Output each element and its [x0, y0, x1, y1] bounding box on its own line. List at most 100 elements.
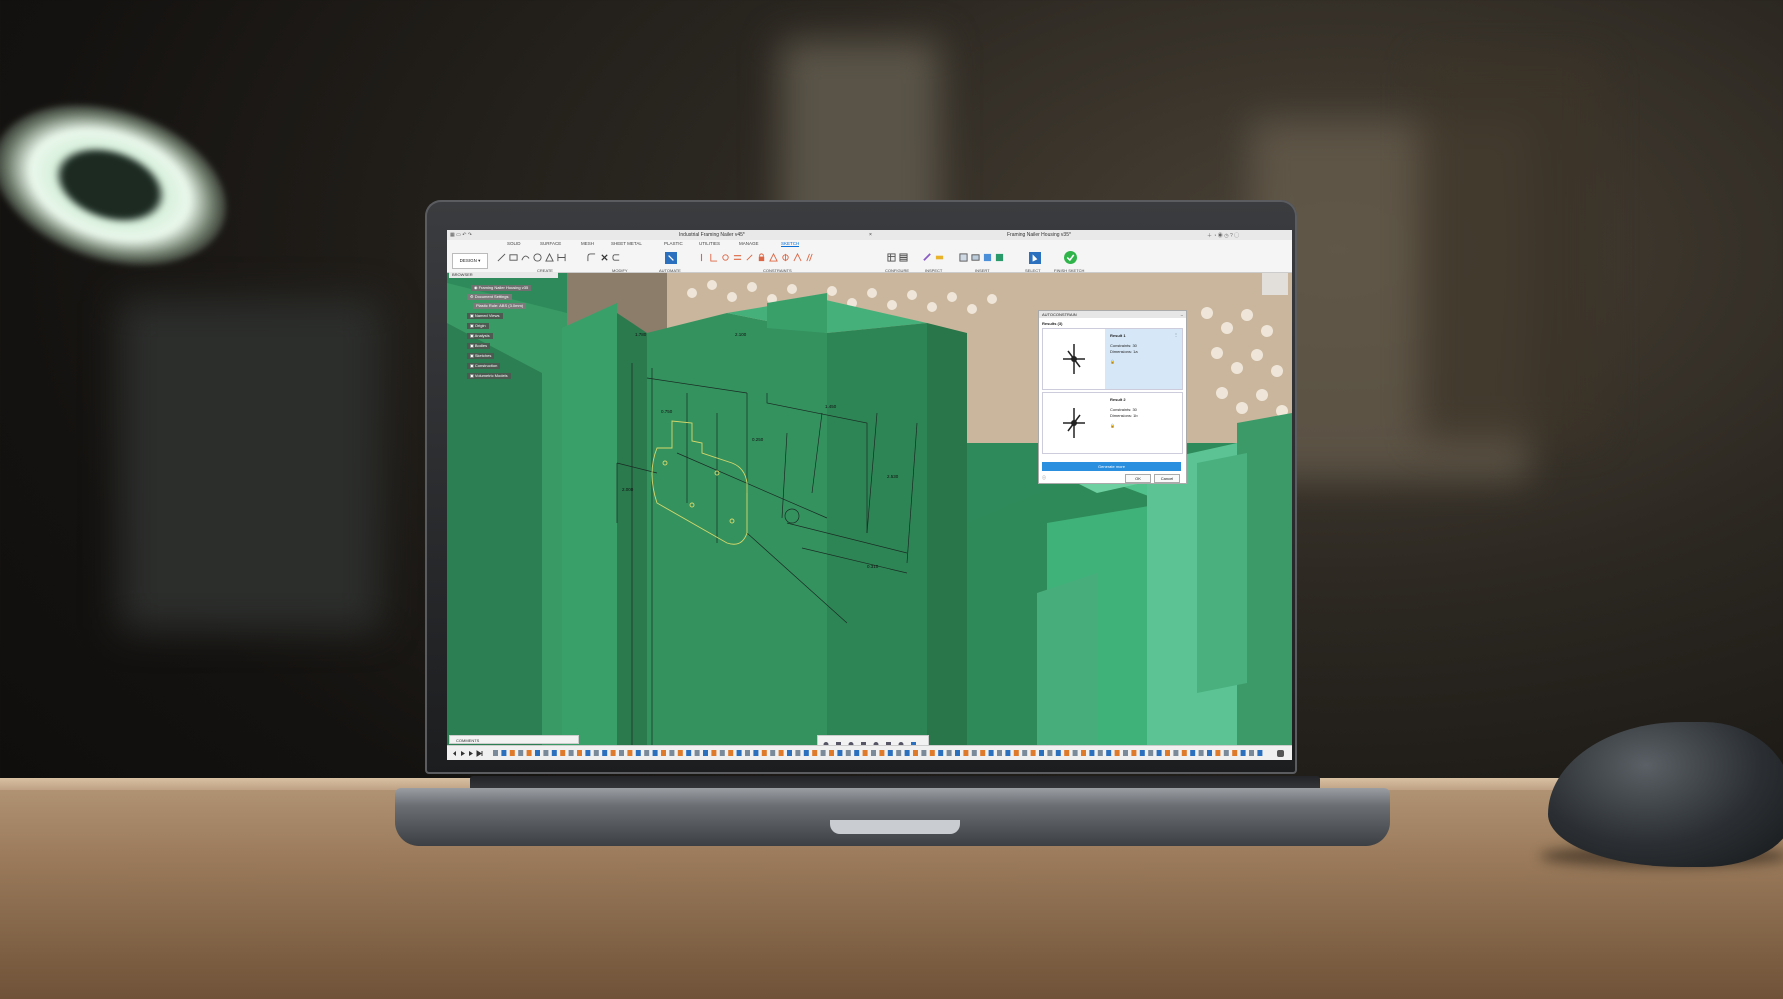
browser-item-document-settings[interactable]: ⚙ Document Settings: [467, 294, 512, 300]
insert-canvas-icon[interactable]: [971, 253, 980, 262]
timeline-feature-marker[interactable]: [770, 750, 776, 756]
dimension-label[interactable]: 1.780: [635, 332, 647, 337]
timeline-feature-marker[interactable]: [778, 750, 784, 756]
timeline-feature-marker[interactable]: [711, 750, 717, 756]
timeline-feature-marker[interactable]: [593, 750, 599, 756]
perpendicular-constraint-icon[interactable]: [709, 253, 718, 262]
browser-item-analysis[interactable]: ▣ Analysis: [467, 333, 493, 339]
timeline-feature-marker[interactable]: [1215, 750, 1221, 756]
timeline-feature-marker[interactable]: [509, 750, 515, 756]
browser-item-bodies[interactable]: ▣ Bodies: [467, 343, 491, 349]
timeline-feature-marker[interactable]: [871, 750, 876, 756]
inspect-ruler-icon[interactable]: [935, 253, 944, 262]
app-menu-icons[interactable]: ▦ ▭ ↶ ↷: [450, 232, 472, 238]
timeline-feature-marker[interactable]: [1232, 750, 1238, 756]
timeline-feature-marker[interactable]: [1114, 750, 1120, 756]
minimize-icon[interactable]: –: [1181, 311, 1183, 318]
timeline-feature-marker[interactable]: [619, 750, 624, 756]
timeline-feature-marker[interactable]: [736, 750, 742, 756]
timeline-feature-marker[interactable]: [1181, 750, 1187, 756]
timeline-feature-marker[interactable]: [610, 750, 616, 756]
tab-solid[interactable]: SOLID: [507, 241, 521, 246]
timeline-feature-marker[interactable]: [904, 750, 910, 756]
browser-item-origin[interactable]: ▣ Origin: [467, 323, 489, 329]
timeline-feature-marker[interactable]: [1173, 750, 1179, 756]
timeline-feature-marker[interactable]: [543, 750, 549, 756]
timeline-feature-marker[interactable]: [955, 750, 960, 756]
tab-plastic[interactable]: PLASTIC: [664, 241, 683, 246]
timeline-feature-marker[interactable]: [787, 750, 792, 756]
offset-tool-icon[interactable]: [612, 253, 621, 262]
timeline-feature-marker[interactable]: [829, 750, 834, 756]
timeline-feature-marker[interactable]: [896, 750, 902, 756]
line-tool-icon[interactable]: [497, 253, 506, 262]
timeline-feature-marker[interactable]: [1055, 750, 1061, 756]
browser-item-volumetric-models[interactable]: ▣ Volumetric Models: [467, 373, 511, 379]
timeline-feature-marker[interactable]: [1089, 750, 1095, 756]
timeline-feature-marker[interactable]: [1072, 750, 1078, 756]
timeline-feature-marker[interactable]: [913, 750, 918, 756]
timeline-feature-marker[interactable]: [627, 750, 633, 756]
timeline-feature-marker[interactable]: [753, 750, 759, 756]
timeline-feature-marker[interactable]: [929, 750, 935, 756]
tab-manage[interactable]: MANAGE: [739, 241, 759, 246]
equal-constraint-icon[interactable]: [733, 253, 742, 262]
timeline-feature-marker[interactable]: [820, 750, 826, 756]
timeline-feature-marker[interactable]: [1097, 750, 1103, 756]
tab-mesh[interactable]: MESH: [581, 241, 594, 246]
mirror-tool-icon[interactable]: [557, 253, 566, 262]
timeline-feature-marker[interactable]: [635, 750, 641, 756]
timeline-feature-marker[interactable]: [1249, 750, 1254, 756]
timeline-feature-marker[interactable]: [526, 750, 532, 756]
generate-more-button[interactable]: Generate more: [1042, 462, 1181, 471]
timeline-feature-marker[interactable]: [837, 750, 843, 756]
timeline-feature-marker[interactable]: [1039, 750, 1044, 756]
timeline-feature-marker[interactable]: [1190, 750, 1196, 756]
timeline-feature-marker[interactable]: [677, 750, 683, 756]
midpoint-constraint-icon[interactable]: [793, 253, 802, 262]
timeline-feature-marker[interactable]: [686, 750, 692, 756]
tab-sketch[interactable]: SKETCH: [781, 241, 800, 247]
timeline-feature-marker[interactable]: [518, 750, 524, 756]
cancel-button[interactable]: Cancel: [1154, 474, 1180, 483]
timeline-feature-marker[interactable]: [1106, 750, 1112, 756]
tab-surface[interactable]: SURFACE: [540, 241, 561, 246]
timeline-feature-marker[interactable]: [988, 750, 994, 756]
timeline-feature-marker[interactable]: [862, 750, 868, 756]
timeline-feature-marker[interactable]: [1156, 750, 1162, 756]
timeline-feature-marker[interactable]: [1257, 750, 1263, 756]
automate-tool-icon[interactable]: [665, 252, 677, 264]
trim-tool-icon[interactable]: [600, 253, 609, 262]
insert-dxf-icon[interactable]: [995, 253, 1004, 262]
configure-rows-icon[interactable]: [899, 253, 908, 262]
select-arrow-icon[interactable]: [1029, 252, 1041, 264]
timeline-feature-marker[interactable]: [602, 750, 608, 756]
timeline-feature-marker[interactable]: [1047, 750, 1053, 756]
timeline-feature-marker[interactable]: [1131, 750, 1137, 756]
dimension-label[interactable]: 0.250: [752, 437, 764, 442]
timeline-feature-marker[interactable]: [1005, 750, 1011, 756]
timeline-feature-marker[interactable]: [745, 750, 750, 756]
fix-constraint-icon[interactable]: [745, 253, 754, 262]
timeline-feature-marker[interactable]: [652, 750, 658, 756]
insert-picture-icon[interactable]: [983, 253, 992, 262]
timeline-feature-marker[interactable]: [1139, 750, 1145, 756]
window-controls[interactable]: ＋ ◔ ◉ ◷ ? ◯: [1207, 232, 1239, 239]
timeline-feature-marker[interactable]: [938, 750, 944, 756]
info-icon[interactable]: ⓘ: [1042, 475, 1046, 481]
configure-table-icon[interactable]: [887, 253, 896, 262]
triangle-constraint-icon[interactable]: [769, 253, 778, 262]
timeline-feature-marker[interactable]: [568, 750, 574, 756]
timeline-feature-marker[interactable]: [971, 750, 977, 756]
coincident-constraint-icon[interactable]: [697, 253, 706, 262]
parallel-constraint-icon[interactable]: [805, 253, 814, 262]
browser-item-named-views[interactable]: ▣ Named Views: [467, 313, 503, 319]
timeline-feature-marker[interactable]: [795, 750, 801, 756]
timeline-feature-marker[interactable]: [1207, 750, 1212, 756]
timeline-feature-marker[interactable]: [980, 750, 986, 756]
timeline-feature-marker[interactable]: [854, 750, 860, 756]
result-card[interactable]: Result 2 Constraints: 30 Dimensions: 1b …: [1042, 392, 1183, 454]
result-card[interactable]: Result 1 Constraints: 30 Dimensions: 1a …: [1042, 328, 1183, 390]
browser-item-sketches[interactable]: ▣ Sketches: [467, 353, 495, 359]
timeline-feature-marker[interactable]: [585, 750, 591, 756]
